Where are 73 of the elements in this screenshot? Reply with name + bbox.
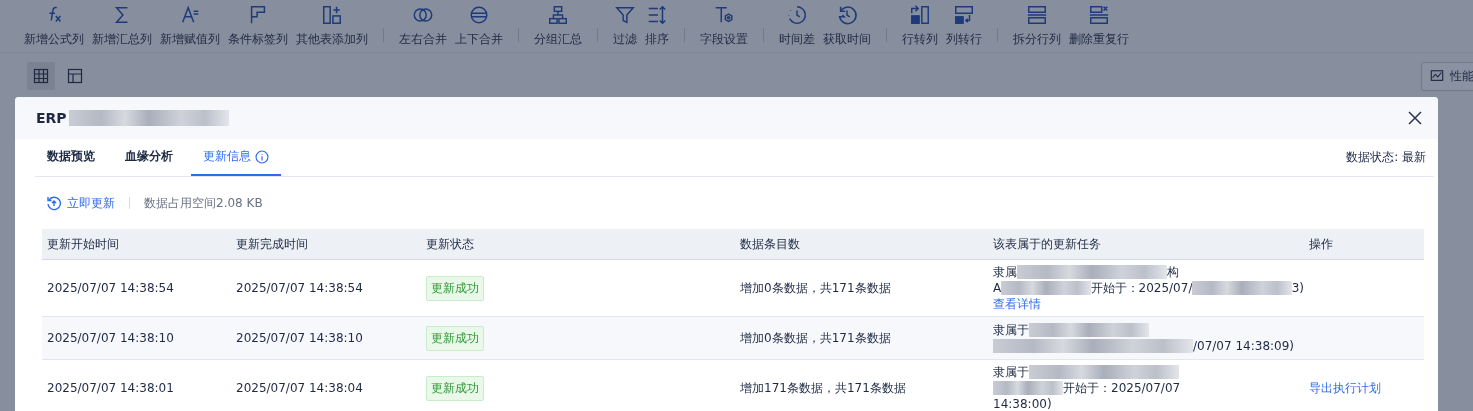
task-text: /07/07 14:38:09) [1193,338,1294,354]
close-icon[interactable] [1408,111,1422,125]
export-plan-link[interactable]: 导出执行计划 [1309,380,1381,395]
toolbar-button[interactable]: 获取时间 [821,4,873,48]
task-text: 开始于：2025/07/07 [1063,380,1181,396]
view-toggle-button[interactable] [27,62,55,90]
task-text: 开始于：2025/07/ [1090,280,1193,296]
toolbar-button[interactable]: 删除重复行 [1067,4,1131,48]
table-cell-text: 2025/07/07 14:38:04 [235,381,364,395]
toolbar-button[interactable]: 时间差 [777,4,817,48]
task-text: 隶属于 [993,322,1029,338]
toolbar-button[interactable]: 拆分行列 [1011,4,1063,48]
toolbar-button[interactable]: 字段设置 [698,4,750,48]
table-cell-text: 2025/07/07 14:38:10 [235,331,364,345]
task-text: 14:38:00) [993,396,1052,411]
table-cell-text: 增加0条数据，共171条数据 [739,279,892,297]
tab[interactable]: 血缘分析 [113,139,185,176]
performance-button[interactable]: 性能 [1421,61,1473,91]
tab[interactable]: 更新信息 [191,139,281,176]
toolbar-button[interactable]: 条件标签列 [226,4,290,48]
grid-icon [33,68,49,84]
redacted-block [993,381,1063,395]
add-column-icon [321,4,343,26]
filter-icon [614,4,636,26]
toolbar-button[interactable]: 新增赋值列 [158,4,222,48]
column-header: 数据条目数 [739,235,801,253]
table-cell-text: 增加0条数据，共171条数据 [739,329,892,347]
toolbar-button[interactable]: 其他表添加列 [294,4,370,48]
task-text: 隶属 [993,264,1017,280]
task-text: 3) [1291,280,1304,296]
split-rows-icon [1026,4,1048,26]
status-tag: 更新成功 [426,275,484,301]
split-circle-icon [468,4,490,26]
refresh-button[interactable]: 立即更新 [46,194,115,212]
column-to-row-icon [953,4,975,26]
task-text: 隶属于 [993,364,1029,380]
layout-icon [67,68,83,84]
table-cell-text: 增加171条数据，共171条数据 [739,379,907,397]
toolbar-button[interactable]: 过滤 [611,4,639,48]
toolbar-button[interactable]: 列转行 [944,4,984,48]
toolbar-button[interactable]: 排序 [643,4,671,48]
status-tag: 更新成功 [426,375,484,401]
table-cell-text: 2025/07/07 14:38:54 [235,281,364,295]
column-header: 操作 [1308,235,1334,253]
toolbar-button[interactable]: 上下合并 [453,4,505,48]
dialog-title: ERP [36,110,67,126]
column-header: 该表属于的更新任务 [992,235,1102,253]
toolbar-button[interactable]: 左右合并 [397,4,449,48]
column-header: 更新开始时间 [46,235,120,253]
task-text: 构 [1167,264,1179,280]
refresh-icon [46,195,62,211]
table-cell-text: 2025/07/07 14:38:01 [46,381,175,395]
column-header: 更新完成时间 [235,235,309,253]
tab[interactable]: 数据预览 [35,139,107,176]
storage-info: 数据占用空间2.08 KB [144,194,263,212]
sort-icon [646,4,668,26]
toolbar-button[interactable]: 分组汇总 [532,4,584,48]
data-status: 数据状态: 最新 [1346,149,1426,166]
table-cell-text: 2025/07/07 14:38:10 [46,331,175,345]
toolbar-button[interactable]: 新增汇总列 [90,4,154,48]
clock-icon [786,4,808,26]
toolbar-button[interactable]: 行转列 [900,4,940,48]
row-to-column-icon [909,4,931,26]
status-tag: 更新成功 [426,325,484,351]
clock-arrow-icon [836,4,858,26]
hierarchy-icon [547,4,569,26]
details-link[interactable]: 查看详情 [993,296,1304,312]
toolbar-button[interactable]: 新增公式列 [22,4,86,48]
delete-rows-icon [1088,4,1110,26]
chart-icon [1430,69,1444,83]
column-header: 更新状态 [425,235,475,253]
task-text: A [993,280,1002,296]
table-cell-text: 2025/07/07 14:38:54 [46,281,175,295]
